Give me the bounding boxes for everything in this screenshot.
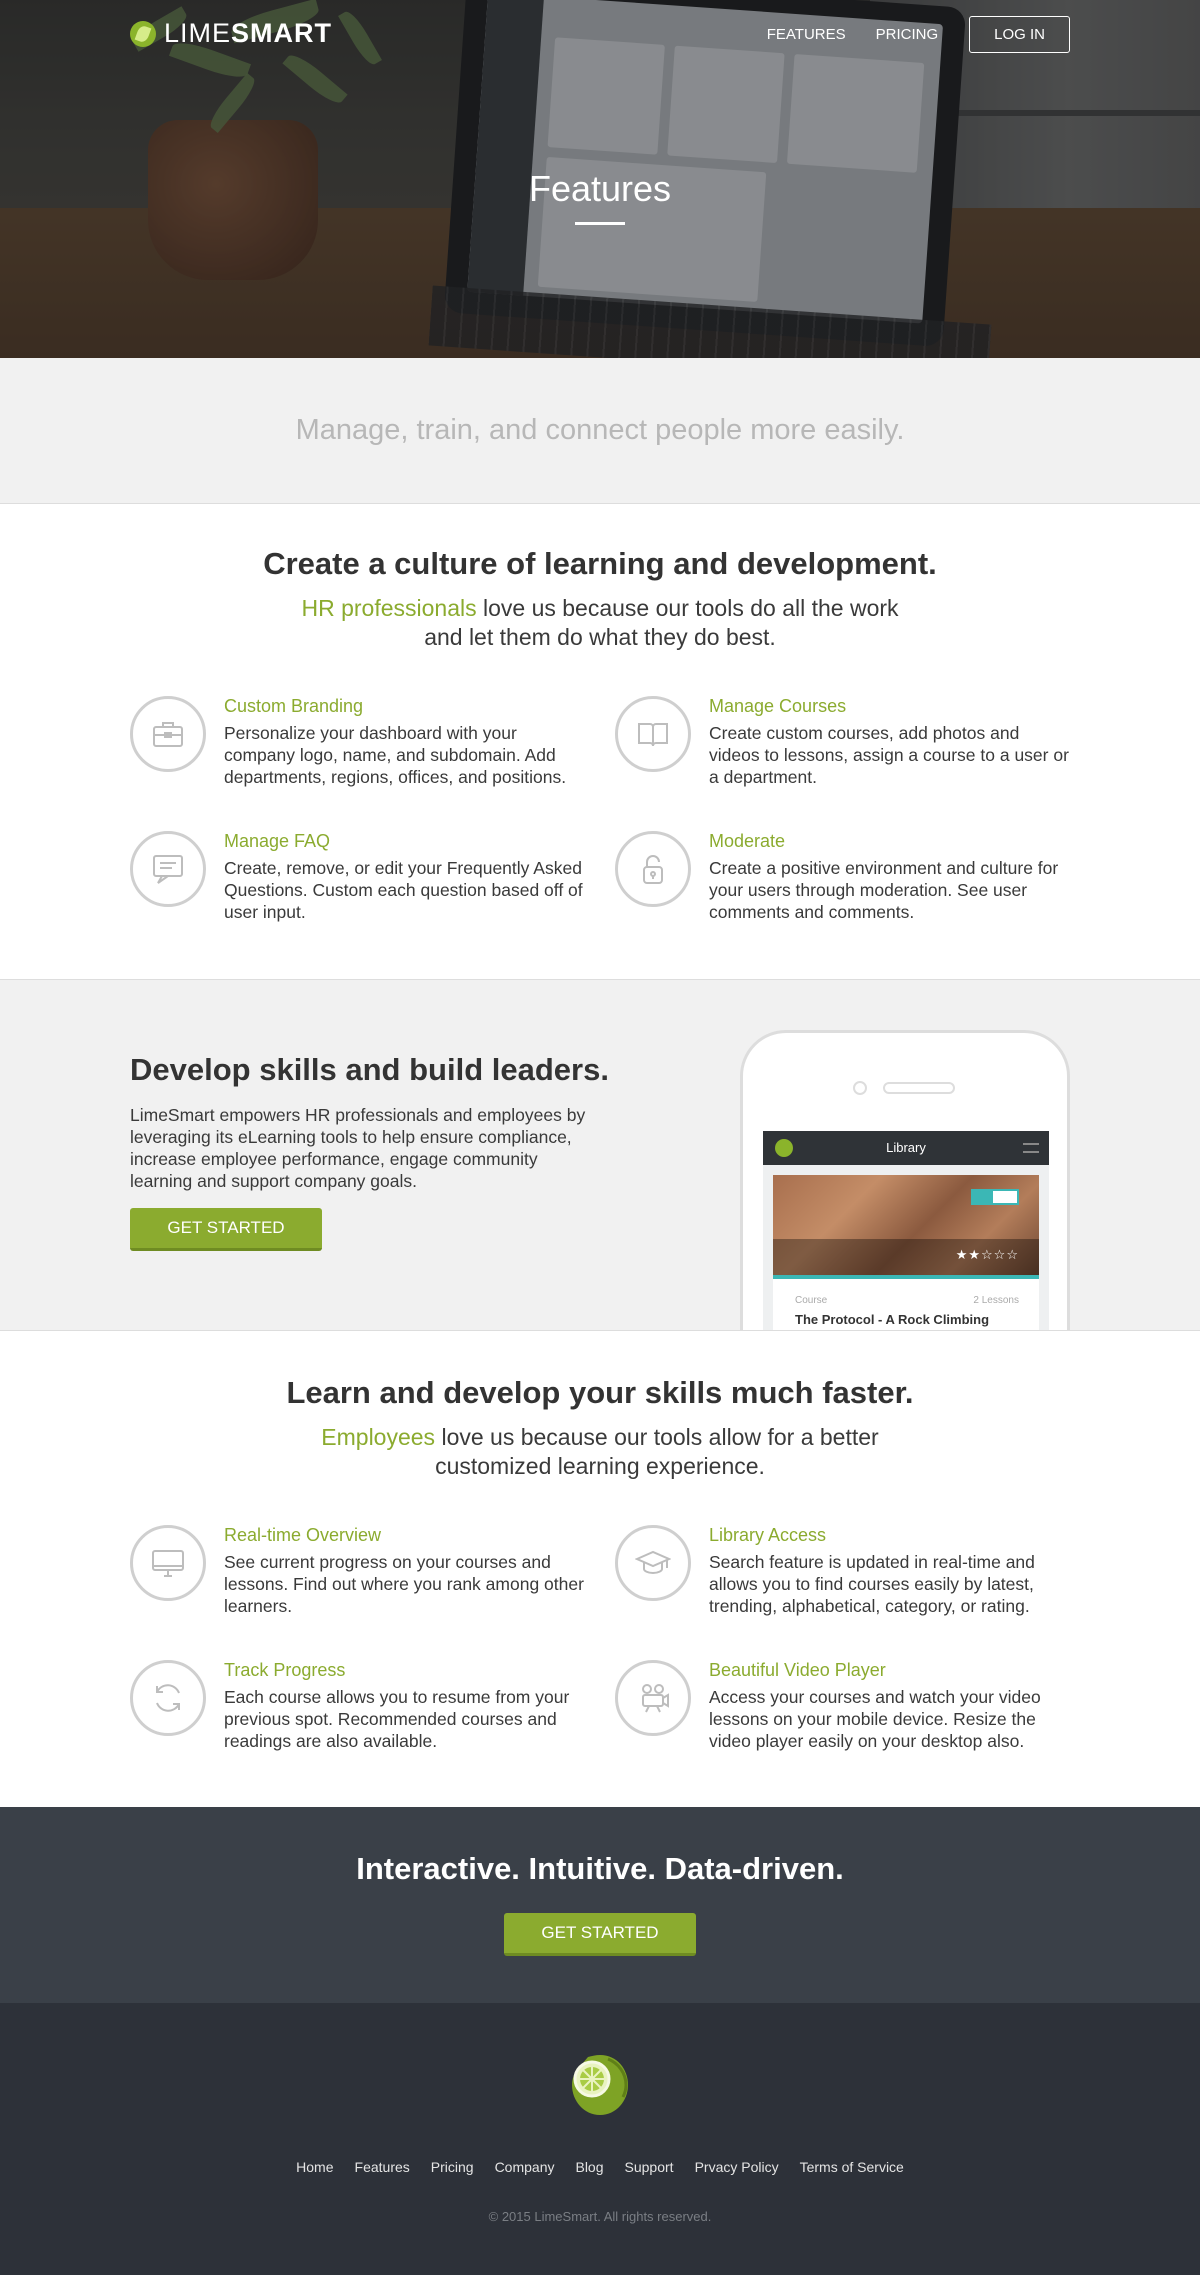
phone-speaker [883,1082,955,1094]
develop-section: Develop skills and build leaders. LimeSm… [0,979,1200,1331]
phone-camera [853,1081,867,1095]
monitor-icon [130,1525,206,1601]
refresh-icon [130,1660,206,1736]
feature-description: Create, remove, or edit your Frequently … [224,858,583,922]
culture-feature-grid: Custom Branding Personalize your dashboar… [130,696,1070,966]
top-nav: LIMESMART FEATURES PRICING LOG IN [0,14,1200,54]
course-title: The Protocol - A Rock Climbing [795,1312,990,1327]
culture-title: Create a culture of learning and develop… [263,546,937,581]
feature-title: Manage Courses [709,696,847,716]
login-button[interactable]: LOG IN [969,16,1070,53]
brand-name: LIMESMART [164,18,333,48]
feature-description: See current progress on your courses and… [224,1552,584,1616]
culture-section: Create a culture of learning and develop… [0,504,1200,979]
cta-band: Interactive. Intuitive. Data-driven. GET… [0,1807,1200,2003]
cta-title: Interactive. Intuitive. Data-driven. [356,1851,844,1886]
phone-screen: Library ★★☆☆☆ Course 2 Lessons The Proto… [763,1131,1049,1330]
feature-title: Beautiful Video Player [709,1660,886,1680]
nav-pricing-link[interactable]: PRICING [876,26,939,43]
cta-get-started-button[interactable]: GET STARTED [504,1913,696,1956]
feature-title: Custom Branding [224,696,364,716]
footer-links: Home Features Pricing Company Blog Suppo… [0,2159,1200,2175]
feature-description: Search feature is updated in real-time a… [709,1552,1035,1616]
chat-icon [130,831,206,907]
feature-track-progress: Track Progress Each course allows you to … [130,1660,600,1770]
feature-description: Create custom courses, add photos and vi… [709,723,1069,787]
feature-description: Personalize your dashboard with your com… [224,723,567,787]
briefcase-icon [130,696,206,772]
hamburger-menu-icon[interactable] [1023,1143,1039,1153]
course-card[interactable]: Course 2 Lessons The Protocol - A Rock C… [773,1279,1039,1330]
feature-description: Each course allows you to resume from yo… [224,1687,570,1751]
book-icon [615,696,691,772]
footer-link-pricing[interactable]: Pricing [431,2159,474,2175]
course-thumbnail[interactable]: ★★☆☆☆ [773,1175,1039,1275]
lesson-count: 2 Lessons [973,1295,1019,1306]
hero: LIMESMART FEATURES PRICING LOG IN Featur… [0,0,1200,358]
tagline-text: Manage, train, and connect people more e… [295,414,905,446]
nav-features-link[interactable]: FEATURES [767,26,846,43]
feature-library-access: Library Access Search feature is updated … [615,1525,1085,1635]
phone-mockup: Library ★★☆☆☆ Course 2 Lessons The Proto… [740,1030,1070,1330]
feature-description: Create a positive environment and cultur… [709,858,1059,922]
learn-feature-grid: Real-time Overview See current progress o… [130,1525,1070,1795]
footer-link-support[interactable]: Support [625,2159,674,2175]
footer: Home Features Pricing Company Blog Suppo… [0,2003,1200,2275]
footer-link-features[interactable]: Features [355,2159,410,2175]
footer-link-privacy[interactable]: Prvacy Policy [695,2159,779,2175]
app-bar: Library [763,1131,1049,1165]
lock-icon [615,831,691,907]
employees-highlight: Employees [321,1424,436,1450]
get-started-button[interactable]: GET STARTED [130,1208,322,1251]
feature-manage-faq: Manage FAQ Create, remove, or edit your F… [130,831,600,941]
feature-realtime-overview: Real-time Overview See current progress o… [130,1525,600,1635]
footer-link-terms[interactable]: Terms of Service [800,2159,904,2175]
graduation-cap-icon [615,1525,691,1601]
app-title: Library [886,1140,926,1155]
hr-professionals-highlight: HR professionals [301,595,477,621]
rating-stars: ★★☆☆☆ [955,1247,1019,1262]
copyright-text: © 2015 LimeSmart. All rights reserved. [488,2209,712,2224]
view-toggle[interactable] [971,1189,1019,1205]
tagline-band: Manage, train, and connect people more e… [0,358,1200,504]
feature-description: Access your courses and watch your video… [709,1687,1041,1751]
feature-custom-branding: Custom Branding Personalize your dashboar… [130,696,600,806]
feature-video-player: Beautiful Video Player Access your course… [615,1660,1085,1770]
lime-logo-icon[interactable] [568,2051,632,2117]
feature-title: Real-time Overview [224,1525,382,1545]
develop-title: Develop skills and build leaders. [130,1052,609,1087]
footer-link-blog[interactable]: Blog [575,2159,603,2175]
feature-title: Track Progress [224,1660,346,1680]
culture-subtitle: HR professionals love us because our too… [301,595,899,650]
feature-manage-courses: Manage Courses Create custom courses, add… [615,696,1085,806]
feature-title: Library Access [709,1525,827,1545]
feature-moderate: Moderate Create a positive environment an… [615,831,1085,941]
nav-links: FEATURES PRICING LOG IN [767,16,1070,53]
feature-title: Manage FAQ [224,831,331,851]
footer-link-home[interactable]: Home [296,2159,333,2175]
brand-logo[interactable]: LIMESMART [130,18,332,49]
page-title: Features [528,168,672,209]
learn-subtitle: Employees love us because our tools allo… [321,1424,879,1479]
video-camera-icon [615,1660,691,1736]
learn-section: Learn and develop your skills much faste… [0,1331,1200,1807]
course-label: Course [795,1295,828,1306]
footer-link-company[interactable]: Company [495,2159,555,2175]
develop-text: LimeSmart empowers HR professionals and … [130,1105,586,1191]
feature-title: Moderate [709,831,786,851]
title-underline [575,222,625,225]
lime-logo-icon [130,20,156,47]
learn-title: Learn and develop your skills much faste… [286,1375,914,1410]
